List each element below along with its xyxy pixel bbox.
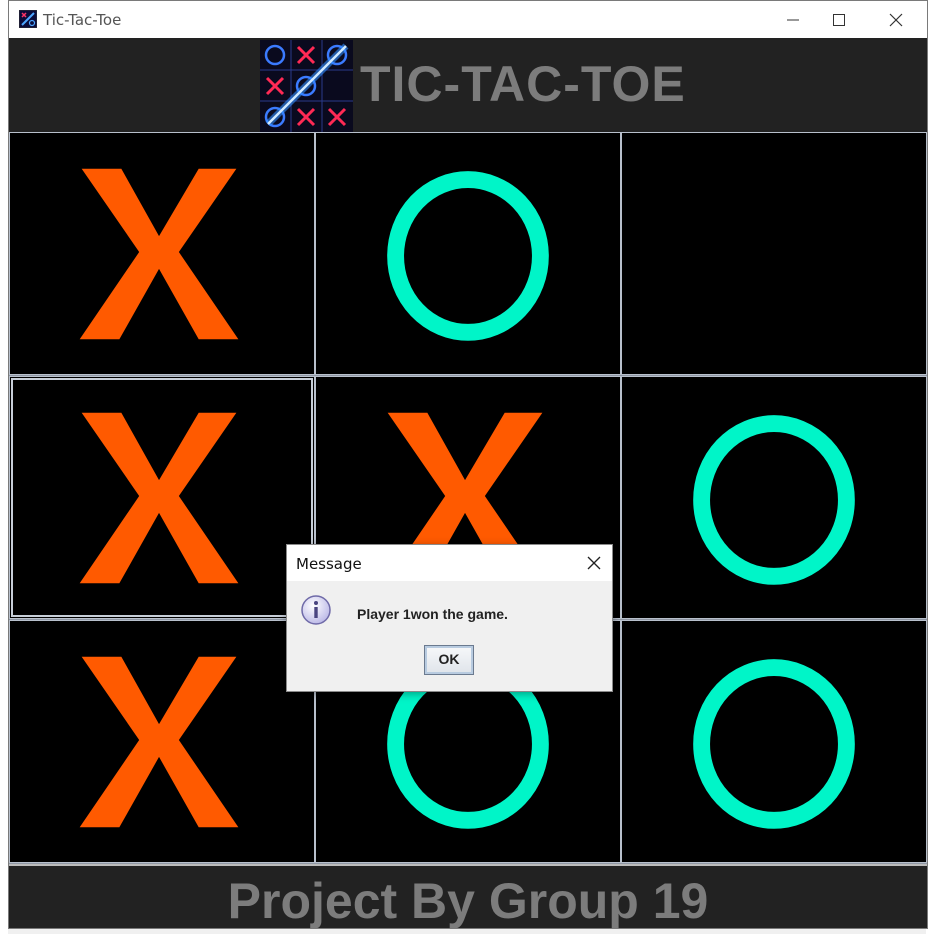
board-cell-r3-c3[interactable] (621, 620, 927, 863)
dialog-message: Player 1won the game. (357, 606, 508, 622)
maximize-icon (833, 14, 845, 26)
minimize-button[interactable] (770, 1, 816, 38)
board-cell-r3-c1[interactable] (9, 620, 315, 863)
close-icon (587, 556, 601, 570)
game-board (9, 132, 927, 864)
board-cell-r1-c2[interactable] (315, 132, 621, 375)
board-cell-r1-c1[interactable] (9, 132, 315, 375)
info-icon (300, 594, 332, 626)
x-mark (79, 412, 239, 584)
maximize-button[interactable] (816, 1, 862, 38)
ok-button[interactable]: OK (424, 645, 474, 675)
window-title: Tic-Tac-Toe (43, 11, 122, 29)
dialog-close-button[interactable] (582, 551, 606, 575)
board-cell-r1-c3[interactable] (621, 132, 927, 375)
game-footer: Project By Group 19 (9, 864, 927, 929)
o-mark (693, 659, 855, 829)
o-mark (387, 171, 549, 341)
message-dialog: Message Player 1won the game. OK (286, 544, 613, 692)
close-icon (889, 13, 903, 27)
board-cell-r2-c3[interactable] (621, 376, 927, 619)
app-icon (18, 9, 38, 29)
window-titlebar[interactable]: Tic-Tac-Toe (9, 1, 927, 38)
o-mark (693, 415, 855, 585)
footer-credit: Project By Group 19 (227, 873, 709, 929)
x-mark (79, 656, 239, 828)
tic-tac-toe-logo (260, 40, 353, 132)
close-button[interactable] (873, 1, 919, 38)
board-cell-r2-c1[interactable] (9, 376, 315, 619)
background-left (0, 0, 8, 934)
game-window: Tic-Tac-Toe TIC-TAC-TOE Project By Group… (8, 0, 928, 929)
game-header: TIC-TAC-TOE (9, 38, 927, 132)
minimize-icon (787, 19, 799, 21)
x-mark (79, 168, 239, 340)
dialog-title: Message (296, 555, 362, 573)
game-title: TIC-TAC-TOE (360, 56, 686, 112)
dialog-titlebar[interactable]: Message (287, 545, 612, 581)
